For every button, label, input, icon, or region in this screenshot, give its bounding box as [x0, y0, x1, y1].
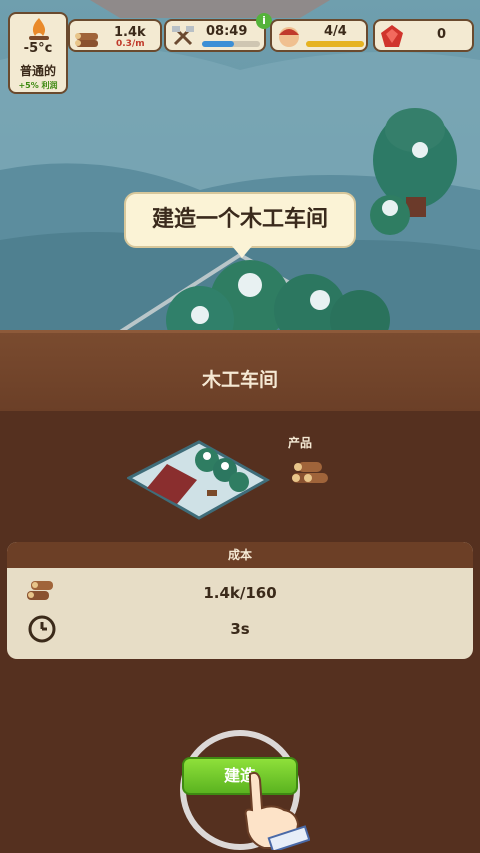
workers-progress-fill — [306, 41, 364, 47]
temperature-text: -5°c — [23, 41, 53, 56]
cost-header: 成本 — [7, 542, 473, 568]
worker-head-icon — [279, 27, 299, 47]
workers-progress-track — [306, 41, 364, 47]
wood-amount: 1.4k — [114, 25, 146, 40]
timer-progress-track — [202, 41, 260, 47]
gems-counter[interactable]: 0 — [373, 19, 474, 52]
cost-section: 成本 1.4k/160 3s — [7, 542, 473, 659]
workers-text: 4/4 — [324, 24, 347, 39]
crossed-axes-icon — [172, 26, 194, 46]
cost-wood-row: 1.4k/160 — [7, 575, 473, 611]
wood-counter[interactable]: 1.4k 0.3/m — [68, 19, 162, 52]
pointing-hand-icon — [244, 771, 310, 850]
clock-icon — [28, 615, 56, 643]
top-hud: -5°c 普通的 +5% 利润 1.4k 0.3/m 08:49 i 4/4 0 — [0, 0, 480, 100]
cost-wood-value: 1.4k/160 — [203, 584, 277, 602]
timer-text: 08:49 — [206, 24, 248, 39]
weather-label: 普通的 — [19, 64, 56, 78]
weather-bonus: +5% 利润 — [18, 81, 58, 90]
workers-counter[interactable]: 4/4 — [270, 19, 368, 52]
red-gem-icon — [381, 25, 403, 47]
product-logs-icon — [292, 462, 328, 483]
workshop-preview — [127, 440, 271, 520]
cost-time-value: 3s — [230, 620, 250, 638]
weather-panel[interactable]: -5°c 普通的 +5% 利润 — [8, 12, 68, 94]
gems-amount: 0 — [437, 27, 447, 42]
timer-progress-fill — [202, 41, 234, 47]
tutorial-bubble: 建造一个木工车间 — [124, 192, 356, 258]
timer-counter[interactable]: 08:49 i — [164, 13, 272, 52]
panel-title: 木工车间 — [201, 369, 278, 391]
wood-logs-icon — [75, 33, 98, 47]
wood-rate: 0.3/m — [116, 39, 145, 49]
cost-wood-icon — [27, 581, 53, 600]
product-label: 产品 — [288, 436, 313, 450]
cost-time-row: 3s — [7, 611, 473, 647]
campfire-icon — [29, 18, 49, 40]
